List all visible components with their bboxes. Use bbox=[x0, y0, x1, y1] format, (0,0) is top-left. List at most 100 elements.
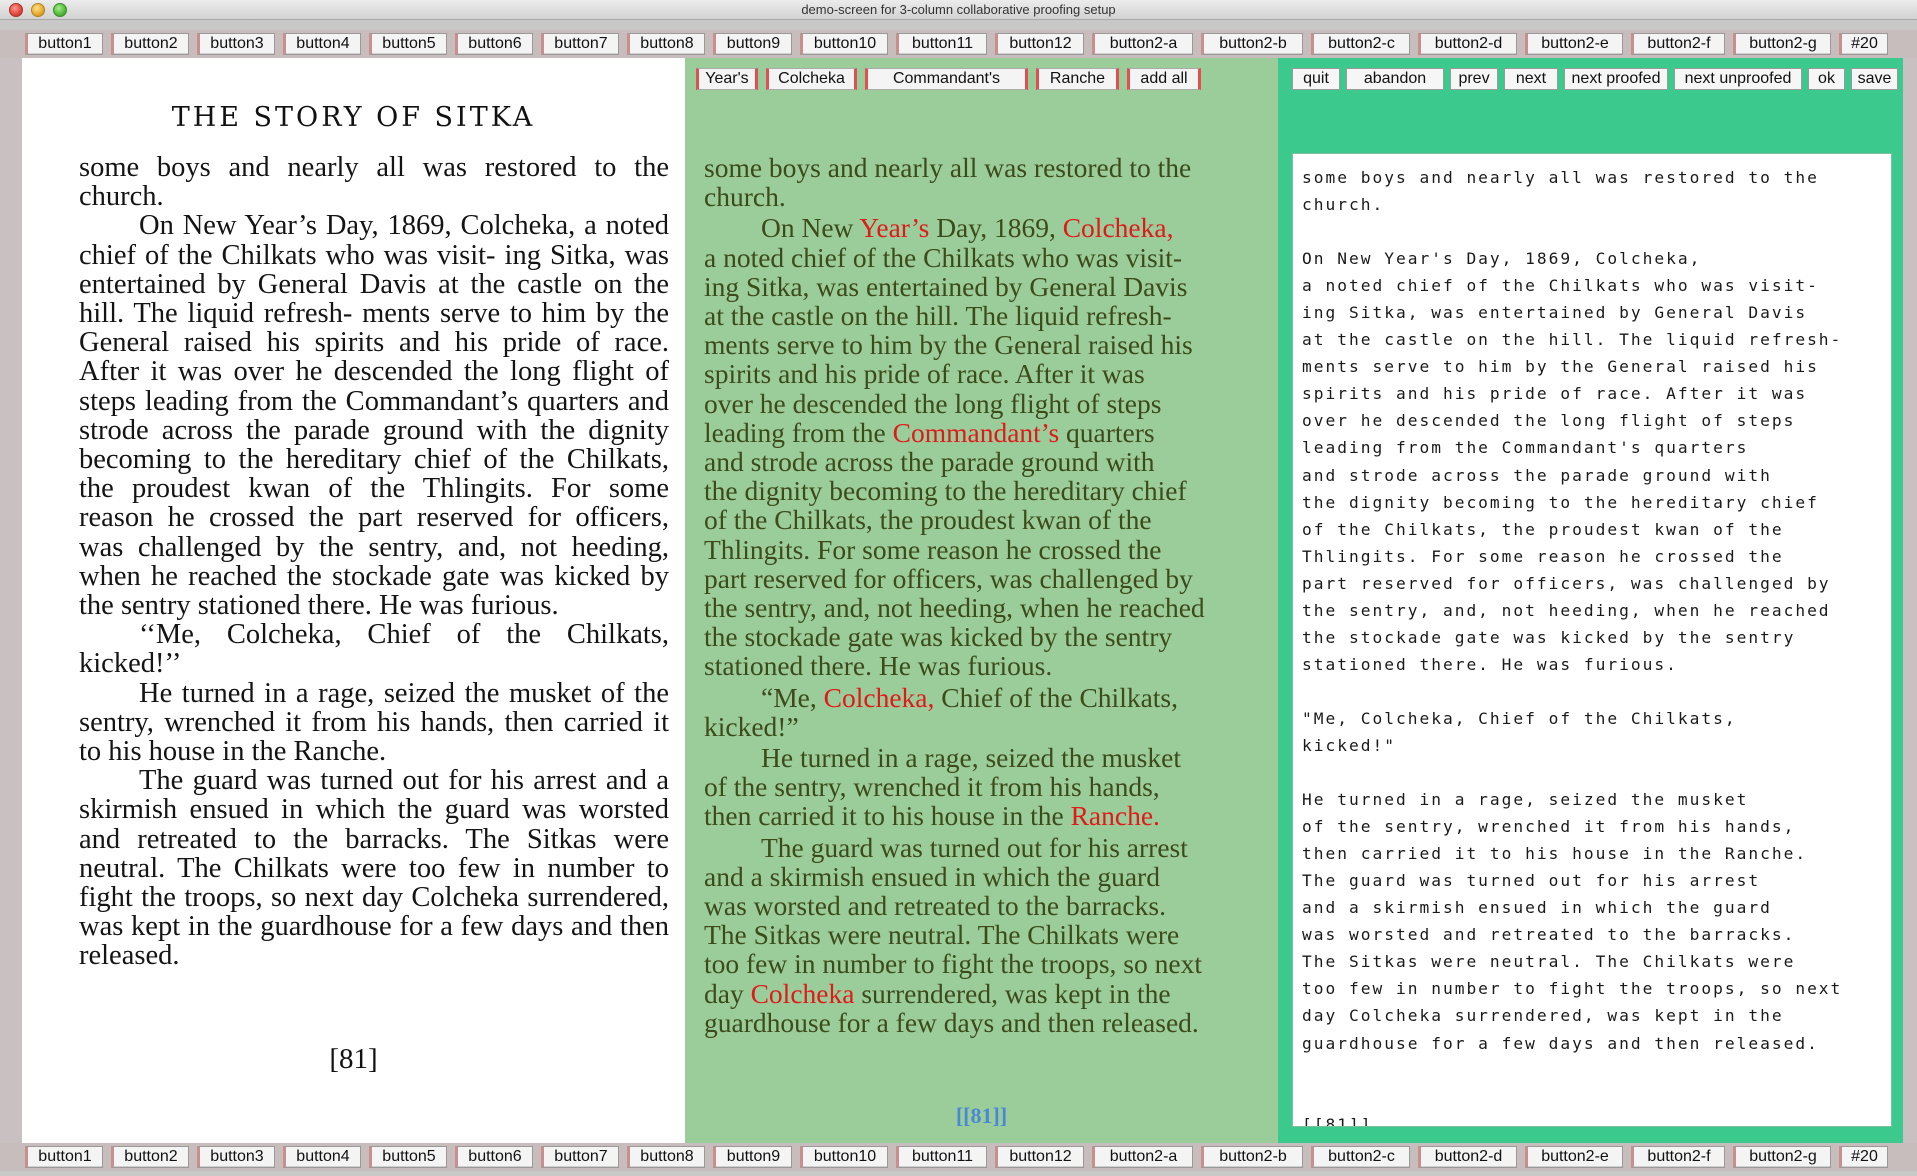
top-button-button12[interactable]: button12 bbox=[995, 33, 1084, 55]
bottom-button-button5[interactable]: button5 bbox=[369, 1146, 447, 1168]
bottom-button-button2-e[interactable]: button2-e bbox=[1525, 1146, 1623, 1168]
scan-paragraph: On New Year’s Day, 1869, Colcheka, a not… bbox=[79, 210, 669, 622]
rendered-line: a noted chief of the Chilkats who was vi… bbox=[704, 243, 1264, 272]
bottom-button-button2[interactable]: button2 bbox=[111, 1146, 189, 1168]
quit-button[interactable]: quit bbox=[1292, 68, 1340, 90]
top-button-button10[interactable]: button10 bbox=[800, 33, 888, 55]
rendered-text-segment: The guard was turned out for his arrest bbox=[761, 831, 1188, 863]
rendered-text-segment: the dignity becoming to the hereditary c… bbox=[704, 475, 1187, 507]
rendered-text-segment: of the sentry, wrenched it from his hand… bbox=[704, 771, 1160, 803]
rendered-line: stationed there. He was furious. bbox=[704, 651, 1264, 680]
rendered-text-segment: some boys and nearly all was restored to… bbox=[704, 152, 1192, 183]
right-window-edge bbox=[1903, 58, 1917, 1143]
bottom-button-button2-f[interactable]: button2-f bbox=[1631, 1146, 1725, 1168]
top-button-button2-d[interactable]: button2-d bbox=[1418, 33, 1517, 55]
rendered-text-segment: too few in number to fight the troops, s… bbox=[704, 948, 1202, 980]
bottom-button-button7[interactable]: button7 bbox=[541, 1146, 619, 1168]
bottom-button-button8[interactable]: button8 bbox=[627, 1146, 705, 1168]
bottom-button-button6[interactable]: button6 bbox=[455, 1146, 533, 1168]
rendered-line: of the Chilkats, the proudest kwan of th… bbox=[704, 505, 1264, 534]
top-button-button11[interactable]: button11 bbox=[896, 33, 987, 55]
bottom-button-button2-b[interactable]: button2-b bbox=[1201, 1146, 1303, 1168]
rendered-line: part reserved for officers, was challeng… bbox=[704, 564, 1264, 593]
rendered-text-segment: the stockade gate was kicked by the sent… bbox=[704, 621, 1173, 653]
rendered-line: “Me, Colcheka, Chief of the Chilkats, bbox=[704, 683, 1264, 712]
flagged-word-button[interactable]: Year's bbox=[696, 68, 758, 90]
flagged-word-button[interactable]: Colcheka bbox=[766, 68, 857, 90]
top-button-bar: button1 button2 button3 button4 button5 butto… bbox=[0, 30, 1917, 58]
bottom-button-button9[interactable]: button9 bbox=[713, 1146, 792, 1168]
top-button-button2[interactable]: button2 bbox=[111, 33, 189, 55]
flagged-word[interactable]: Ranche. bbox=[1071, 800, 1160, 831]
bottom-button-bar: button1 button2 button3 button4 button5 butto… bbox=[0, 1143, 1917, 1171]
rendered-line: Thlingits. For some reason he crossed th… bbox=[704, 535, 1264, 564]
top-button-button7[interactable]: button7 bbox=[541, 33, 619, 55]
prev-button[interactable]: prev bbox=[1450, 68, 1498, 90]
top-button-button8[interactable]: button8 bbox=[627, 33, 705, 55]
top-button-button5[interactable]: button5 bbox=[369, 33, 447, 55]
rendered-text-segment: was worsted and retreated to the barrack… bbox=[704, 890, 1166, 922]
rendered-text-segment: ments serve to him by the General raised… bbox=[704, 329, 1193, 361]
proof-text-editor[interactable]: some boys and nearly all was restored to… bbox=[1292, 153, 1892, 1127]
top-button-button4[interactable]: button4 bbox=[283, 33, 361, 55]
rendered-text-segment: He turned in a rage, seized the musket bbox=[761, 742, 1181, 774]
rendered-line: some boys and nearly all was restored to… bbox=[704, 153, 1264, 182]
bottom-button-button2-a[interactable]: button2-a bbox=[1092, 1146, 1193, 1168]
save-button[interactable]: save bbox=[1851, 68, 1898, 90]
ok-button[interactable]: ok bbox=[1808, 68, 1845, 90]
rendered-text-segment: then carried it to his house in the bbox=[704, 800, 1071, 832]
top-button-button1[interactable]: button1 bbox=[25, 33, 103, 55]
rendered-line: the stockade gate was kicked by the sent… bbox=[704, 622, 1264, 651]
rendered-line: the dignity becoming to the hereditary c… bbox=[704, 476, 1264, 505]
top-button-button2-a[interactable]: button2-a bbox=[1092, 33, 1193, 55]
rendered-line: over he descended the long flight of ste… bbox=[704, 389, 1264, 418]
window-titlebar: demo-screen for 3-column collaborative p… bbox=[0, 0, 1917, 20]
flagged-word[interactable]: Year’s bbox=[859, 212, 929, 243]
flagged-word-button[interactable]: Commandant's bbox=[865, 68, 1028, 90]
rendered-line: of the sentry, wrenched it from his hand… bbox=[704, 772, 1264, 801]
rendered-page-link[interactable]: [[81]] bbox=[685, 1103, 1278, 1129]
bottom-button-button3[interactable]: button3 bbox=[197, 1146, 275, 1168]
top-button-button2-f[interactable]: button2-f bbox=[1631, 33, 1725, 55]
add-all-button[interactable]: add all bbox=[1127, 68, 1201, 90]
next-unproofed-button[interactable]: next unproofed bbox=[1674, 68, 1802, 90]
rendered-text-segment: Day, 1869, bbox=[929, 212, 1063, 244]
top-button-button2-e[interactable]: button2-e bbox=[1525, 33, 1623, 55]
rendered-line: church. bbox=[704, 182, 1264, 211]
bottom-button-button1[interactable]: button1 bbox=[25, 1146, 103, 1168]
flagged-word[interactable]: Colcheka bbox=[751, 978, 855, 1009]
flagged-word[interactable]: Colcheka, bbox=[1063, 212, 1174, 243]
top-button-button3[interactable]: button3 bbox=[197, 33, 275, 55]
top-button-button2-g[interactable]: button2-g bbox=[1733, 33, 1831, 55]
rendered-line: and strode across the parade ground with bbox=[704, 447, 1264, 476]
rendered-text-segment: Chief of the Chilkats, bbox=[934, 681, 1179, 713]
rendered-text-segment: ing Sitka, was entertained by General Da… bbox=[704, 270, 1188, 302]
next-proofed-button[interactable]: next proofed bbox=[1564, 68, 1668, 90]
top-button-n20[interactable]: #20 bbox=[1839, 33, 1888, 55]
abandon-button[interactable]: abandon bbox=[1346, 68, 1444, 90]
rendered-line: ing Sitka, was entertained by General Da… bbox=[704, 272, 1264, 301]
top-button-button2-c[interactable]: button2-c bbox=[1311, 33, 1410, 55]
rendered-line: leading from the Commandant’s quarters bbox=[704, 418, 1264, 447]
top-button-button6[interactable]: button6 bbox=[455, 33, 533, 55]
flagged-word[interactable]: Colcheka, bbox=[824, 682, 935, 713]
rendered-text-segment: and a skirmish ensued in which the guard bbox=[704, 860, 1160, 892]
flagged-word[interactable]: Commandant’s bbox=[893, 417, 1060, 448]
next-button[interactable]: next bbox=[1504, 68, 1558, 90]
top-button-button9[interactable]: button9 bbox=[713, 33, 792, 55]
rendered-text-segment: stationed there. He was furious. bbox=[704, 650, 1053, 682]
bottom-button-button2-g[interactable]: button2-g bbox=[1733, 1146, 1831, 1168]
top-button-button2-b[interactable]: button2-b bbox=[1201, 33, 1303, 55]
rendered-line: was worsted and retreated to the barrack… bbox=[704, 891, 1264, 920]
bottom-button-button4[interactable]: button4 bbox=[283, 1146, 361, 1168]
bottom-button-button2-c[interactable]: button2-c bbox=[1311, 1146, 1410, 1168]
bottom-button-button12[interactable]: button12 bbox=[995, 1146, 1084, 1168]
window-title: demo-screen for 3-column collaborative p… bbox=[801, 2, 1116, 17]
rendered-text-panel: Year's Colcheka Commandant's Ranche add all … bbox=[685, 58, 1278, 1143]
rendered-text-segment: spirits and his pride of race. After it … bbox=[704, 358, 1145, 390]
bottom-button-button10[interactable]: button10 bbox=[800, 1146, 888, 1168]
bottom-button-n20[interactable]: #20 bbox=[1839, 1146, 1888, 1168]
flagged-word-button[interactable]: Ranche bbox=[1036, 68, 1119, 90]
bottom-button-button2-d[interactable]: button2-d bbox=[1418, 1146, 1517, 1168]
bottom-button-button11[interactable]: button11 bbox=[896, 1146, 987, 1168]
